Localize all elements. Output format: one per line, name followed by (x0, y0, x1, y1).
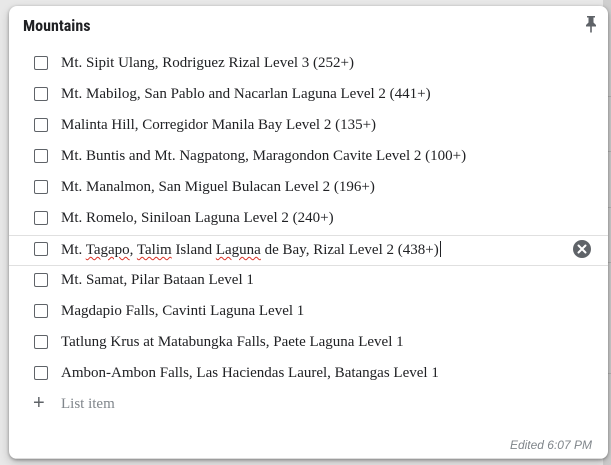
list-item-label[interactable]: Malinta Hill, Corregidor Manila Bay Leve… (61, 117, 376, 134)
list-item-label[interactable]: Mt. Manalmon, San Miguel Bulacan Level 2… (61, 179, 375, 196)
close-circle-icon[interactable] (573, 240, 591, 258)
checkbox[interactable] (34, 304, 48, 318)
list-item-editing[interactable]: Mt. Tagapo, Talim Island Laguna de Bay, … (9, 235, 608, 266)
list-item-label[interactable]: Mt. Samat, Pilar Bataan Level 1 (61, 272, 254, 289)
checkbox[interactable] (34, 273, 48, 287)
checklist: Mt. Sipit Ulang, Rodriguez Rizal Level 3… (9, 49, 608, 421)
list-item-input[interactable]: Mt. Tagapo, Talim Island Laguna de Bay, … (61, 241, 441, 259)
checkbox[interactable] (34, 180, 48, 194)
checkbox[interactable] (34, 87, 48, 101)
list-item-label[interactable]: Ambon-Ambon Falls, Las Haciendas Laurel,… (61, 365, 439, 382)
list-item-label[interactable]: Mt. Buntis and Mt. Nagpatong, Maragondon… (61, 148, 466, 165)
list-item-label[interactable]: Mt. Sipit Ulang, Rodriguez Rizal Level 3… (61, 55, 354, 72)
edited-timestamp: Edited 6:07 PM (509, 438, 592, 452)
list-item[interactable]: Ambon-Ambon Falls, Las Haciendas Laurel,… (9, 359, 608, 390)
add-list-item-placeholder[interactable]: List item (61, 396, 115, 413)
note-card[interactable]: Mountains Mt. Sipit Ulang, Rodriguez Riz… (9, 6, 608, 459)
add-list-item[interactable]: + List item (9, 390, 608, 421)
checkbox[interactable] (34, 118, 48, 132)
list-item[interactable]: Malinta Hill, Corregidor Manila Bay Leve… (9, 111, 608, 142)
note-title[interactable]: Mountains (23, 16, 90, 35)
checkbox[interactable] (34, 335, 48, 349)
list-item[interactable]: Magdapio Falls, Cavinti Laguna Level 1 (9, 297, 608, 328)
text-segment: Mt. (61, 242, 86, 258)
checkbox[interactable] (34, 242, 48, 256)
text-segment: , (129, 242, 137, 258)
list-item[interactable]: Mt. Buntis and Mt. Nagpatong, Maragondon… (9, 142, 608, 173)
misspelled-word: Talim (136, 242, 172, 258)
list-item-label[interactable]: Mt. Mabilog, San Pablo and Nacarlan Lagu… (61, 86, 431, 103)
plus-icon[interactable]: + (33, 392, 45, 415)
checkbox[interactable] (34, 56, 48, 70)
list-item-label[interactable]: Mt. Romelo, Siniloan Laguna Level 2 (240… (61, 210, 334, 227)
checkbox[interactable] (34, 211, 48, 225)
list-item-label[interactable]: Tatlung Krus at Matabungka Falls, Paete … (61, 334, 404, 351)
checkbox[interactable] (34, 149, 48, 163)
divider (9, 458, 608, 459)
list-item[interactable]: Mt. Sipit Ulang, Rodriguez Rizal Level 3… (9, 49, 608, 80)
text-cursor (439, 241, 441, 257)
list-item[interactable]: Mt. Mabilog, San Pablo and Nacarlan Lagu… (9, 80, 608, 111)
checkbox[interactable] (34, 366, 48, 380)
list-item[interactable]: Mt. Manalmon, San Miguel Bulacan Level 2… (9, 173, 608, 204)
misspelled-word: Tagapo (85, 242, 130, 258)
list-item[interactable]: Tatlung Krus at Matabungka Falls, Paete … (9, 328, 608, 359)
pin-icon[interactable] (583, 15, 599, 33)
text-segment: de Bay, Rizal Level 2 (438+) (260, 242, 439, 258)
list-item[interactable]: Mt. Samat, Pilar Bataan Level 1 (9, 266, 608, 297)
text-segment: Island (171, 242, 216, 258)
list-item-label[interactable]: Magdapio Falls, Cavinti Laguna Level 1 (61, 303, 304, 320)
misspelled-word: Laguna (215, 242, 261, 258)
list-item[interactable]: Mt. Romelo, Siniloan Laguna Level 2 (240… (9, 204, 608, 235)
